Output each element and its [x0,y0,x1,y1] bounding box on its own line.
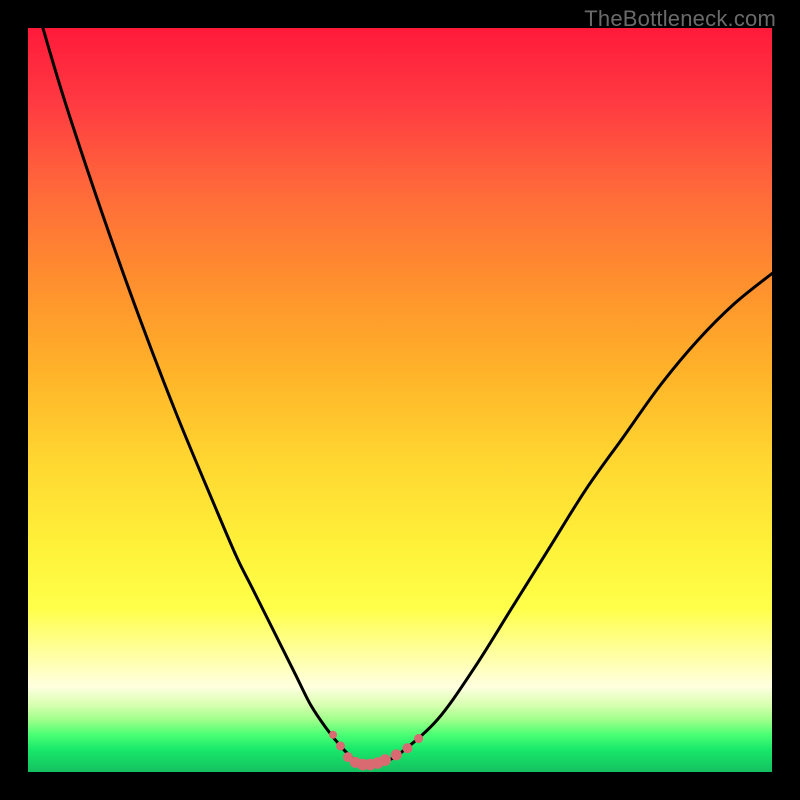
chart-stage: TheBottleneck.com [0,0,800,800]
plot-area [28,28,772,772]
bottleneck-curve [43,28,772,765]
valley-marker [391,749,402,760]
valley-marker [379,754,391,766]
valley-marker [414,734,423,743]
watermark-text: TheBottleneck.com [584,6,776,32]
valley-marker [329,731,337,739]
curve-layer [28,28,772,772]
valley-marker [336,741,345,750]
valley-marker [402,743,412,753]
